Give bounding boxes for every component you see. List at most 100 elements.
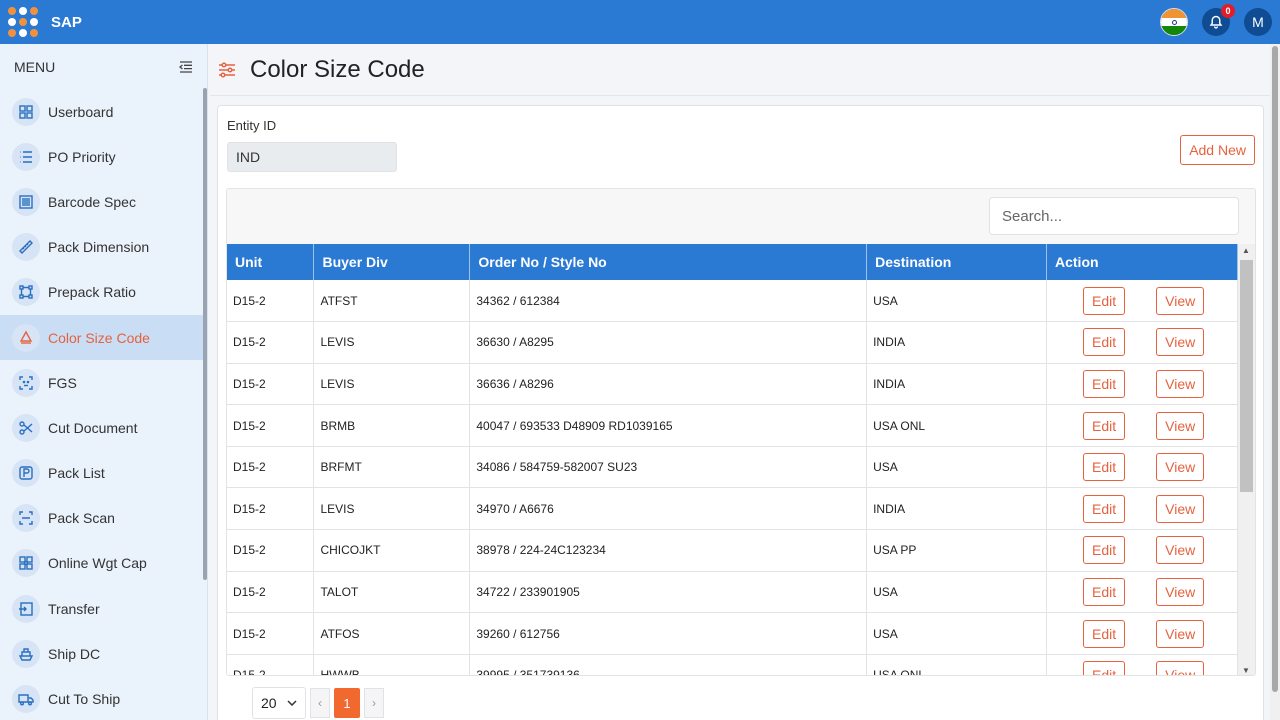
menu-list: Userboard PO Priority Barcode Spec Pack Dim… bbox=[0, 89, 207, 720]
sidebar-item-label: Prepack Ratio bbox=[48, 284, 136, 301]
prev-page-button[interactable]: ‹ bbox=[310, 688, 330, 718]
edit-button[interactable]: Edit bbox=[1083, 286, 1126, 315]
entity-id-label: Entity ID bbox=[227, 118, 277, 133]
sidebar-item-userboard[interactable]: Userboard bbox=[0, 89, 207, 134]
view-button[interactable]: View bbox=[1156, 328, 1205, 357]
scroll-up-icon[interactable]: ▲ bbox=[1242, 246, 1250, 255]
table-row: D15-2 ATFOS 39260 / 612756 USA Edit View bbox=[227, 612, 1238, 655]
bell-icon bbox=[1209, 15, 1223, 29]
table-cell: ATFST bbox=[313, 280, 471, 323]
sidebar-item-fgs[interactable]: FGS bbox=[0, 360, 207, 405]
table-cell: 39260 / 612756 bbox=[469, 612, 868, 655]
sidebar-item-label: Barcode Spec bbox=[48, 193, 136, 210]
table-cell: D15-2 bbox=[227, 654, 315, 675]
top-bar: SAP 0 M bbox=[0, 0, 1280, 44]
table-cell: 34086 / 584759-582007 SU23 bbox=[469, 446, 868, 489]
table-cell: 34362 / 612384 bbox=[469, 280, 868, 323]
view-button[interactable]: View bbox=[1156, 536, 1205, 565]
sidebar-item-transfer[interactable]: Transfer bbox=[0, 586, 207, 631]
notifications-button[interactable]: 0 bbox=[1202, 4, 1235, 36]
column-header[interactable]: Order No / Style No bbox=[469, 244, 868, 280]
sidebar-item-pack-dimension[interactable]: Pack Dimension bbox=[0, 225, 207, 270]
column-header[interactable]: Destination bbox=[866, 244, 1047, 280]
scroll-thumb[interactable] bbox=[1240, 260, 1253, 492]
table-cell: 36636 / A8296 bbox=[469, 363, 868, 406]
edit-button[interactable]: Edit bbox=[1083, 619, 1126, 648]
table-cell: 36630 / A8295 bbox=[469, 321, 868, 364]
scroll-down-icon[interactable]: ▼ bbox=[1242, 666, 1250, 675]
table-cell: D15-2 bbox=[227, 487, 315, 531]
sidebar-item-cut-document[interactable]: Cut Document bbox=[0, 405, 207, 450]
view-button[interactable]: View bbox=[1156, 494, 1205, 523]
edit-button[interactable]: Edit bbox=[1083, 369, 1126, 398]
india-flag-icon[interactable] bbox=[1160, 8, 1188, 36]
color-icon bbox=[12, 323, 40, 352]
sidebar-item-label: Online Wgt Cap bbox=[48, 555, 147, 572]
sidebar-item-prepack-ratio[interactable]: Prepack Ratio bbox=[0, 270, 207, 315]
action-cell: Edit View bbox=[1046, 404, 1238, 447]
edit-button[interactable]: Edit bbox=[1083, 453, 1126, 482]
page-title: Color Size Code bbox=[250, 55, 425, 83]
current-page-button[interactable]: 1 bbox=[334, 688, 360, 718]
sidebar-item-ship-dc[interactable]: Ship DC bbox=[0, 631, 207, 676]
edit-button[interactable]: Edit bbox=[1083, 577, 1126, 606]
table-scrollbar[interactable]: ▲ ▼ bbox=[1238, 244, 1255, 675]
weight-icon bbox=[12, 549, 40, 578]
sidebar-item-pack-list[interactable]: Pack List bbox=[0, 451, 207, 496]
table-cell: LEVIS bbox=[313, 487, 471, 531]
edit-button[interactable]: Edit bbox=[1083, 328, 1126, 357]
edit-button[interactable]: Edit bbox=[1083, 494, 1126, 523]
sidebar-item-color-size-code[interactable]: Color Size Code bbox=[0, 314, 207, 361]
table-cell: USA bbox=[866, 571, 1047, 614]
table-cell: D15-2 bbox=[227, 446, 315, 489]
table-cell: 34970 / A6676 bbox=[469, 487, 868, 531]
ship-icon bbox=[12, 639, 40, 668]
scan-face-icon bbox=[12, 368, 40, 397]
edit-button[interactable]: Edit bbox=[1083, 661, 1126, 675]
view-button[interactable]: View bbox=[1156, 577, 1205, 606]
next-page-button[interactable]: › bbox=[364, 688, 384, 718]
column-header[interactable]: Buyer Div bbox=[313, 244, 471, 280]
table-cell: LEVIS bbox=[313, 363, 471, 406]
view-button[interactable]: View bbox=[1156, 411, 1205, 440]
view-button[interactable]: View bbox=[1156, 286, 1205, 315]
app-logo-icon[interactable] bbox=[8, 7, 38, 37]
search-input[interactable]: Search... bbox=[989, 197, 1239, 235]
table-cell: D15-2 bbox=[227, 612, 315, 655]
notification-count-badge: 0 bbox=[1221, 4, 1235, 18]
table-cell: D15-2 bbox=[227, 280, 315, 323]
add-new-button[interactable]: Add New bbox=[1180, 135, 1255, 165]
edit-button[interactable]: Edit bbox=[1083, 411, 1126, 440]
collapse-menu-icon[interactable] bbox=[179, 60, 193, 73]
entity-id-field[interactable]: IND bbox=[227, 142, 397, 172]
sidebar-item-online-wgt-cap[interactable]: Online Wgt Cap bbox=[0, 541, 207, 586]
column-header[interactable]: Unit bbox=[227, 244, 315, 280]
table-cell: USA bbox=[866, 612, 1047, 655]
edit-button[interactable]: Edit bbox=[1083, 536, 1126, 565]
column-header[interactable]: Action bbox=[1046, 244, 1238, 280]
scissors-icon bbox=[12, 413, 40, 442]
table-cell: BRFMT bbox=[313, 446, 471, 489]
sidebar-item-barcode-spec[interactable]: Barcode Spec bbox=[0, 179, 207, 224]
table-row: D15-2 BRFMT 34086 / 584759-582007 SU23 USA E… bbox=[227, 446, 1238, 489]
table-cell: INDIA bbox=[866, 321, 1047, 364]
table-cell: USA bbox=[866, 446, 1047, 489]
menu-heading: MENU bbox=[14, 58, 56, 75]
parking-icon bbox=[12, 459, 40, 488]
table-cell: INDIA bbox=[866, 487, 1047, 531]
table-cell: 39995 / 351739136 bbox=[469, 654, 868, 675]
view-button[interactable]: View bbox=[1156, 453, 1205, 482]
page-size-select[interactable]: 20 bbox=[252, 687, 306, 719]
sidebar-scrollbar[interactable] bbox=[203, 88, 207, 580]
view-button[interactable]: View bbox=[1156, 619, 1205, 648]
user-avatar[interactable]: M bbox=[1244, 8, 1272, 36]
view-button[interactable]: View bbox=[1156, 661, 1205, 675]
sidebar-item-po-priority[interactable]: PO Priority bbox=[0, 134, 207, 179]
sidebar-item-pack-scan[interactable]: Pack Scan bbox=[0, 496, 207, 541]
sidebar-item-label: Transfer bbox=[48, 600, 100, 617]
view-button[interactable]: View bbox=[1156, 369, 1205, 398]
page-scroll-thumb[interactable] bbox=[1272, 46, 1278, 692]
page-scrollbar[interactable] bbox=[1270, 44, 1280, 720]
table-cell: D15-2 bbox=[227, 363, 315, 406]
sidebar-item-cut-to-ship[interactable]: Cut To Ship bbox=[0, 676, 207, 720]
